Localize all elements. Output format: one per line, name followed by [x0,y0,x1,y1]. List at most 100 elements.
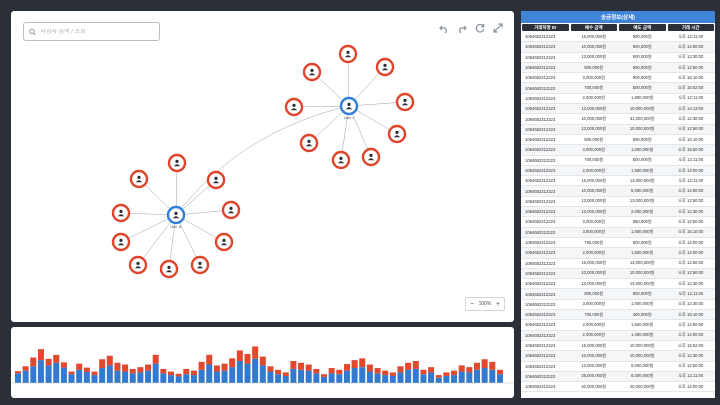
timeline-bar-bottom[interactable] [496,374,503,383]
timeline-bar-bottom[interactable] [99,368,106,383]
timeline-bar-bottom[interactable] [313,373,320,383]
table-header-cell[interactable]: 거래처명 ID [521,23,570,32]
table-row[interactable]: 1084682312323 700,000원 400,000원 오후 15:10:00 [521,310,715,321]
timeline-bar-top[interactable] [305,364,312,371]
timeline-bar-top[interactable] [466,367,473,373]
timeline-bar-top[interactable] [190,370,197,376]
timeline-bar-bottom[interactable] [45,365,52,383]
timeline-bar-bottom[interactable] [145,370,152,383]
timeline-bar-bottom[interactable] [15,373,21,383]
timeline-bar-bottom[interactable] [474,369,480,383]
user-node[interactable] [167,153,187,173]
timeline-bar-bottom[interactable] [359,367,366,383]
timeline-bar-top[interactable] [152,354,159,364]
timeline-bar-top[interactable] [168,371,174,376]
timeline-bar-top[interactable] [53,354,60,363]
table-row[interactable]: 1084682312323 13,000,000원 10,000,000원 오후 12… [521,124,715,135]
table-row[interactable]: 1084682312323 10,000,000원 10,000,000원 오후 12… [521,351,715,362]
table-row[interactable]: 1084682312323 750,000원 600,000원 오후 14:00:00 [521,238,715,249]
timeline-bar-top[interactable] [83,367,90,372]
timeline-bar-bottom[interactable] [275,374,282,383]
user-node[interactable] [111,203,131,223]
user-node[interactable] [302,62,322,82]
timeline-bar-bottom[interactable] [30,366,37,383]
table-row[interactable]: 1084682312323 15,000,000원 10,000,000원 오후 15… [521,341,715,352]
timeline-bar-top[interactable] [213,365,220,372]
zoom-out-button[interactable]: − [470,301,474,308]
table-row[interactable]: 1084682312323 13,000,000원 900,000원 오후 12:30… [521,53,715,63]
timeline-bar-top[interactable] [405,362,412,370]
timeline-bar-top[interactable] [122,364,129,372]
table-row[interactable]: 1084682312323 700,000원 500,000원 오후 15:52:00 [521,83,715,94]
timeline-bar-top[interactable] [412,361,419,369]
user-node[interactable] [387,124,407,144]
timeline-bar-bottom[interactable] [298,369,305,383]
timeline-bar-top[interactable] [428,367,435,373]
user-node[interactable] [299,133,319,153]
timeline-bar-bottom[interactable] [443,375,450,383]
timeline-bar-bottom[interactable] [420,374,427,383]
timeline-bar-top[interactable] [420,369,427,375]
timeline-bar-bottom[interactable] [190,375,197,383]
timeline-bar-bottom[interactable] [374,373,381,383]
hub-node[interactable]: User 1 [339,96,359,120]
timeline-bar-top[interactable] [397,366,404,373]
timeline-bar-bottom[interactable] [389,375,396,383]
timeline-bar-top[interactable] [129,368,136,374]
timeline-bar-top[interactable] [290,361,297,369]
timeline-bar-bottom[interactable] [458,371,465,383]
table-header-cell[interactable]: 예도 금액 [618,23,667,32]
timeline-bar-bottom[interactable] [122,371,129,383]
timeline-bar-top[interactable] [175,373,182,377]
timeline-bar-top[interactable] [282,372,289,376]
zoom-in-button[interactable]: + [496,301,500,308]
timeline-bar-top[interactable] [30,357,37,367]
timeline-bar-bottom[interactable] [397,372,404,383]
timeline-bar-top[interactable] [206,354,213,365]
timeline-bar-top[interactable] [343,364,350,371]
timeline-bar-bottom[interactable] [37,360,44,383]
timeline-bar-top[interactable] [366,364,373,372]
table-row[interactable]: 1084682312323 10,000,000원 10,000,000원 오후 12… [521,268,715,280]
timeline-bar-top[interactable] [267,366,274,372]
user-node[interactable] [395,92,415,112]
timeline-bar-bottom[interactable] [175,376,182,383]
timeline-bar-bottom[interactable] [91,375,98,383]
timeline-bar-bottom[interactable] [206,364,213,383]
timeline-bar-top[interactable] [37,349,44,361]
timeline-bar-bottom[interactable] [343,370,350,383]
timeline-bar-bottom[interactable] [83,372,90,383]
timeline-bar-bottom[interactable] [129,373,136,383]
timeline-bar-bottom[interactable] [236,361,243,383]
table-row[interactable]: 1084682312323 3,600,000원 1,000,000원 오후 15:1… [521,227,715,238]
user-node[interactable] [331,150,351,170]
table-header-cell[interactable]: 예수 금액 [569,23,618,32]
user-node[interactable] [128,255,148,275]
timeline-bar-top[interactable] [321,374,327,377]
timeline-bar-bottom[interactable] [466,372,473,383]
timeline-bar-top[interactable] [496,369,503,375]
timeline-bar-top[interactable] [114,362,121,371]
user-node[interactable] [221,200,241,220]
timeline-bar-bottom[interactable] [412,368,419,383]
user-node[interactable] [129,169,149,189]
user-node[interactable] [190,255,210,275]
table-header-cell[interactable]: 거래 시간 [666,23,715,32]
timeline-bar-bottom[interactable] [244,363,251,383]
table-row[interactable]: 1084682312323 10,000,000원 5,000,000원 오후 14:… [521,186,715,197]
user-node[interactable] [159,259,179,279]
timeline-bar-bottom[interactable] [168,375,174,383]
table-row[interactable]: 1084682312323 15,000,000원 13,000,000원 오후 12… [521,259,715,269]
timeline-bar-bottom[interactable] [137,372,144,383]
timeline-bar-bottom[interactable] [489,369,496,383]
timeline-bar-top[interactable] [198,361,205,370]
timeline-bar-top[interactable] [183,368,190,375]
table-row[interactable]: 1084682312323 13,000,000원 13,000,000원 오후 12… [521,279,715,290]
table-row[interactable]: 1084682312323 2,000,000원 1,400,000원 오후 14:0… [521,330,715,341]
table-row[interactable]: 1084682312323 40,000,000원 20,000,000원 오후 14… [521,382,715,393]
table-row[interactable]: 1084682312323 900,000원 800,000원 오후 15:10:00 [521,135,715,146]
timeline-bar-bottom[interactable] [183,374,190,383]
timeline-bar-bottom[interactable] [114,370,121,383]
timeline-bar-bottom[interactable] [405,369,412,383]
timeline-bar-bottom[interactable] [282,375,289,383]
